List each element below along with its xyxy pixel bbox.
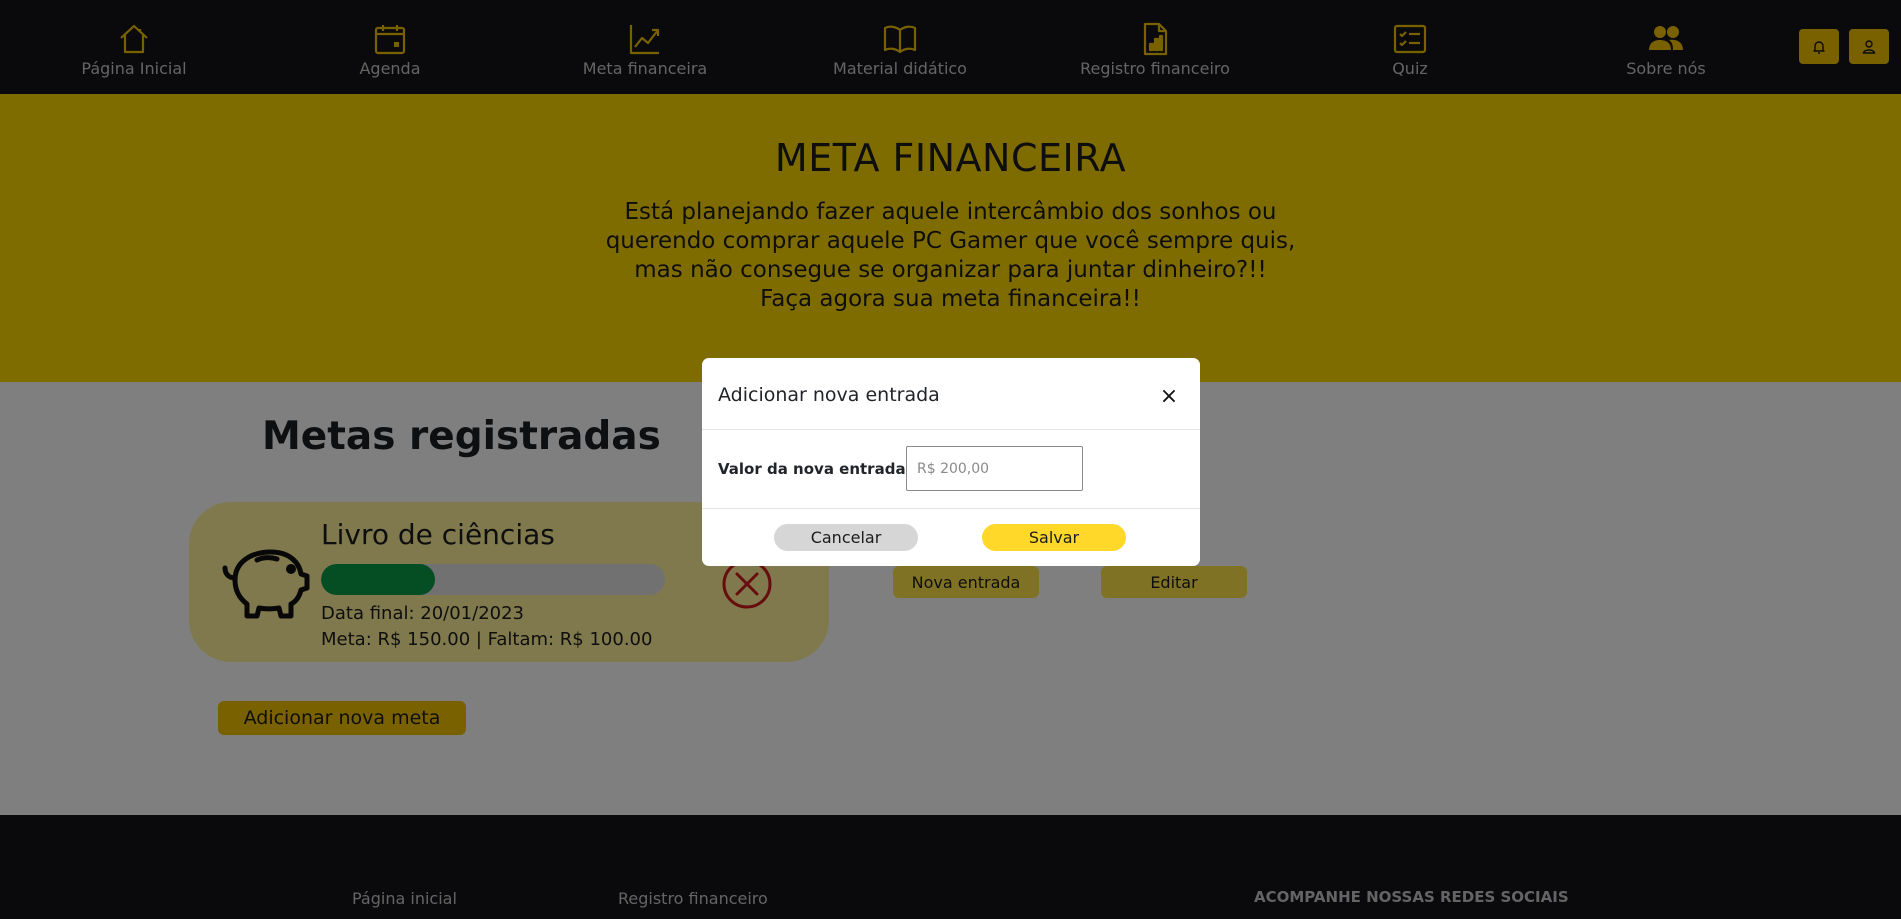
close-icon[interactable]: × <box>1159 386 1179 408</box>
entry-value-input[interactable] <box>906 446 1083 491</box>
save-button[interactable]: Salvar <box>982 524 1126 551</box>
entry-value-label: Valor da nova entrada: <box>718 460 912 478</box>
modal-title: Adicionar nova entrada <box>718 384 940 406</box>
cancel-button[interactable]: Cancelar <box>774 524 918 551</box>
modal-header: Adicionar nova entrada × <box>702 358 1200 430</box>
add-entry-modal: Adicionar nova entrada × Valor da nova e… <box>702 358 1200 566</box>
modal-body: Valor da nova entrada: <box>702 430 1200 509</box>
